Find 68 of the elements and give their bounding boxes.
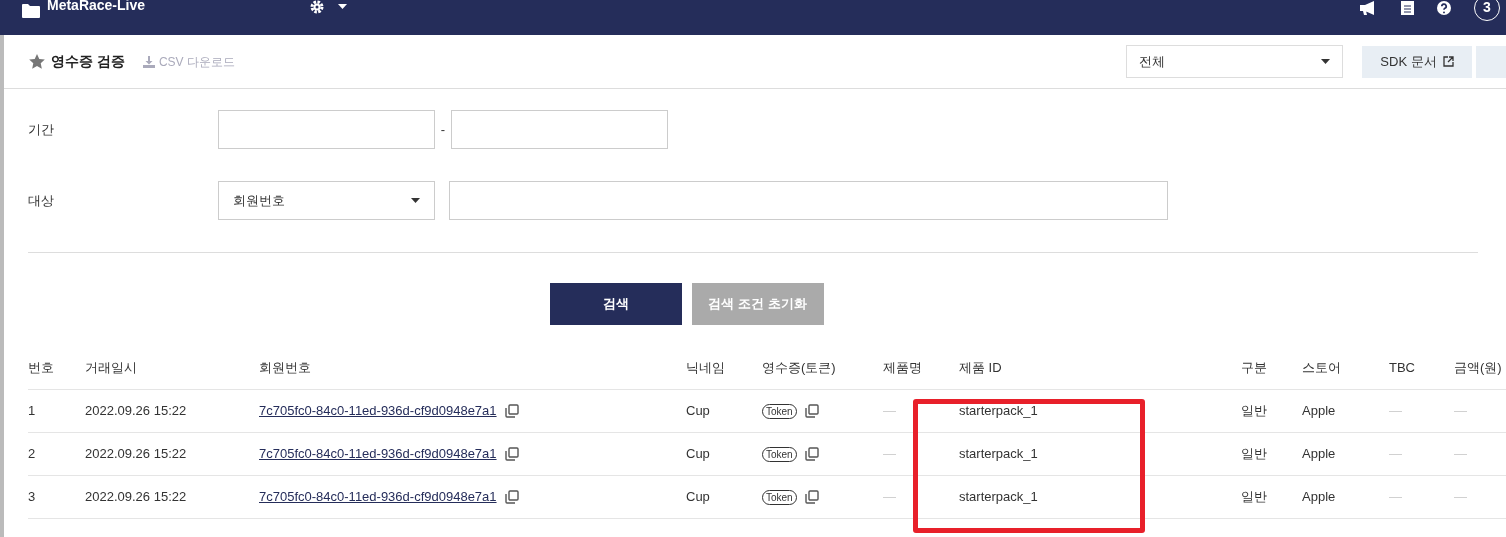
table-cell: Cup: [686, 403, 710, 419]
table-cell: 3: [28, 489, 36, 505]
filter-select[interactable]: 전체: [1126, 45, 1343, 78]
table-cell: 일반: [1241, 403, 1267, 419]
sdk-docs-button[interactable]: SDK 문서: [1362, 45, 1472, 78]
column-header: 구분: [1241, 360, 1267, 376]
search-button[interactable]: 검색: [549, 283, 682, 325]
column-header: 금액(원): [1454, 360, 1502, 376]
table-cell: 2022.09.26 15:22: [85, 489, 187, 505]
table-cell: —: [1389, 403, 1402, 419]
table-cell: —: [1454, 403, 1467, 419]
column-header: TBC: [1389, 360, 1415, 376]
copy-icon[interactable]: [504, 490, 519, 504]
copy-icon[interactable]: [504, 404, 519, 418]
table-cell: starterpack_1: [959, 489, 1038, 505]
table-cell: 2: [28, 446, 36, 462]
member-id-link[interactable]: 7c705fc0-84c0-11ed-936d-cf9d0948e7a1: [259, 444, 497, 464]
table-cell: —: [1454, 489, 1467, 505]
table-cell: 2022.09.26 15:22: [85, 446, 187, 462]
table-cell: starterpack_1: [959, 446, 1038, 462]
member-id-link[interactable]: 7c705fc0-84c0-11ed-936d-cf9d0948e7a1: [259, 487, 497, 507]
caret-icon: [411, 198, 420, 203]
column-header: 영수증(토큰): [762, 360, 836, 376]
project-name[interactable]: MetaRace-Live: [47, 0, 146, 16]
table-cell: 일반: [1241, 446, 1267, 462]
document-icon[interactable]: [1401, 0, 1414, 15]
table-cell: Apple: [1302, 489, 1336, 505]
settings-icon[interactable]: [310, 0, 325, 14]
table-cell: starterpack_1: [959, 403, 1038, 419]
copy-icon[interactable]: [504, 447, 519, 461]
table-cell: 2022.09.26 15:22: [85, 403, 187, 419]
column-header: 회원번호: [259, 360, 311, 376]
table-cell: —: [883, 446, 896, 462]
field-label: 대상: [28, 191, 55, 210]
folder-icon: [22, 3, 40, 18]
search-field[interactable]: [449, 181, 1168, 220]
table-cell: Cup: [686, 446, 710, 462]
target-select[interactable]: 회원번호: [218, 181, 435, 220]
column-header: 제품 ID: [959, 360, 1002, 376]
copy-icon[interactable]: [804, 447, 819, 461]
table-cell: Cup: [686, 489, 710, 505]
table-cell: 1: [28, 403, 36, 419]
table-cell: —: [883, 489, 896, 505]
member-id-link[interactable]: 7c705fc0-84c0-11ed-936d-cf9d0948e7a1: [259, 401, 497, 421]
table-cell: Apple: [1302, 403, 1336, 419]
column-header: 제품명: [883, 360, 922, 376]
star-icon[interactable]: [29, 54, 45, 69]
column-header: 번호: [28, 360, 54, 376]
external-link-icon: [1442, 56, 1454, 67]
copy-icon[interactable]: [804, 404, 819, 418]
range-separator: -: [439, 120, 447, 139]
page-title: 영수증 검증: [51, 52, 125, 71]
table-cell: —: [1389, 446, 1402, 462]
table-cell: 일반: [1241, 489, 1267, 505]
caret-icon: [1321, 59, 1330, 64]
column-header: 스토어: [1302, 360, 1341, 376]
caret-icon[interactable]: [338, 4, 348, 9]
table-cell: —: [883, 403, 896, 419]
table-cell: —: [1389, 489, 1402, 505]
column-header: 닉네임: [686, 360, 725, 376]
help-icon[interactable]: [1436, 0, 1452, 15]
start-date-field[interactable]: [218, 110, 435, 149]
field-label: 기간: [28, 120, 55, 139]
column-header: 거래일시: [85, 360, 137, 376]
table-cell: —: [1454, 446, 1467, 462]
table-cell: Apple: [1302, 446, 1336, 462]
copy-icon[interactable]: [804, 490, 819, 504]
end-date-field[interactable]: [451, 110, 668, 149]
